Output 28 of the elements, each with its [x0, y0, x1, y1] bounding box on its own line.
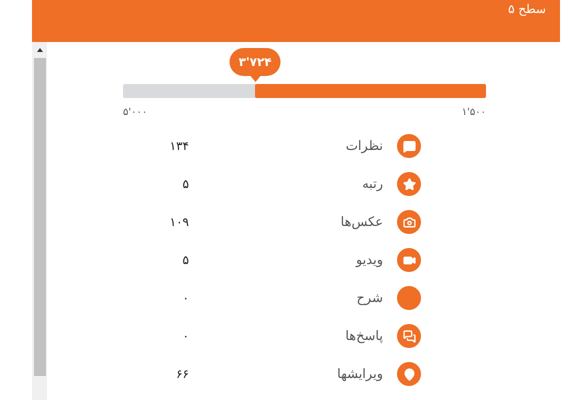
stat-label: پاسخ‌ها: [344, 328, 383, 344]
stat-value: ۰: [182, 329, 189, 343]
camera-icon: [402, 216, 416, 228]
stat-value: ۶۶: [175, 367, 189, 381]
start-label: ۱'۵۰۰: [462, 107, 486, 118]
video-icon: [402, 254, 416, 266]
stat-value: ۵: [182, 177, 189, 191]
stat-label: ویدیو: [354, 252, 383, 268]
star-icon: [402, 178, 416, 190]
stat-value: ۱۳۴: [168, 139, 189, 153]
level-title: سطح ۵: [508, 2, 546, 16]
points-bubble: ۳'۷۲۴: [230, 48, 281, 76]
stat-label: ویرایشها: [336, 366, 383, 382]
stat-label: نظرات: [344, 138, 383, 154]
review-icon: [402, 140, 416, 152]
stat-label: عکس‌ها: [340, 214, 383, 230]
stat-label: رتبه: [361, 176, 383, 192]
stat-value: ۵: [182, 253, 189, 267]
scroll-thumb[interactable]: [34, 58, 46, 376]
end-label: ۵'۰۰۰: [123, 107, 148, 118]
stat-value: ۰: [182, 291, 189, 305]
dot-icon: [397, 286, 421, 310]
chat-icon: [402, 330, 416, 342]
stat-value: ۱۰۹: [168, 215, 189, 229]
scroll-up-icon[interactable]: [36, 48, 42, 52]
pin-icon: [402, 368, 416, 380]
scrollbar[interactable]: [32, 42, 47, 400]
stat-label: شرح: [356, 290, 383, 306]
